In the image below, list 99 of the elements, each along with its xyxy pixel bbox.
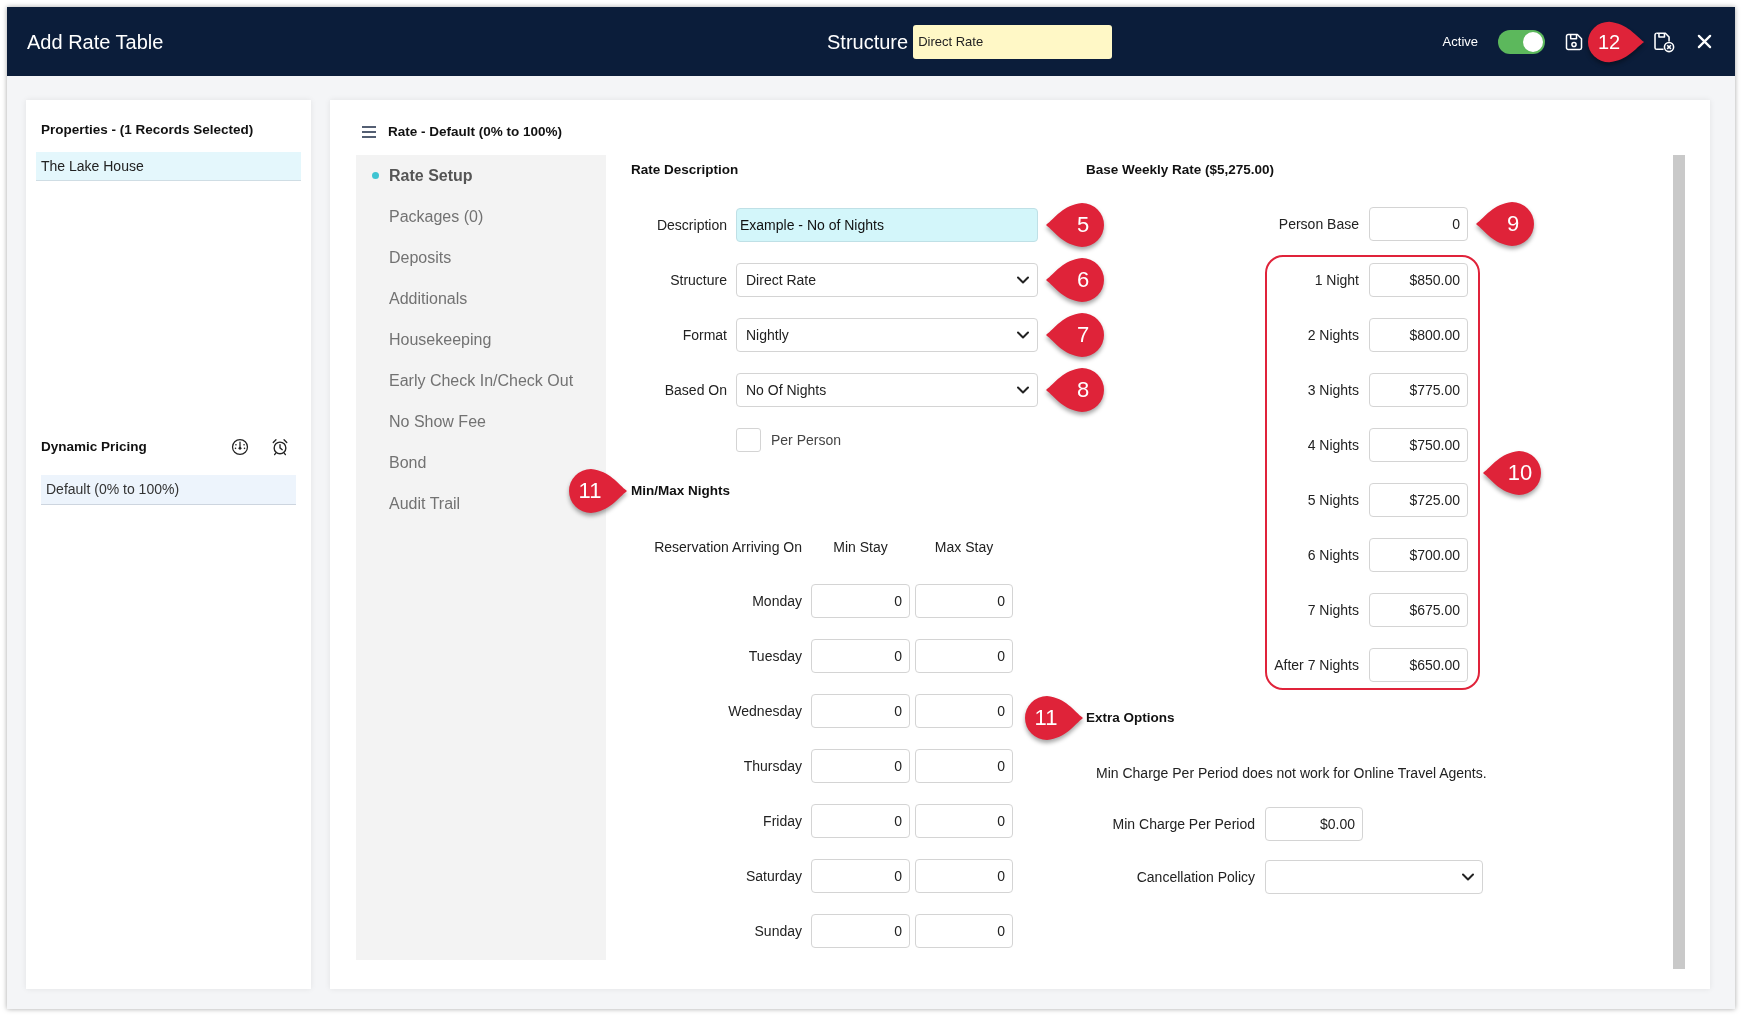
section-heading: Rate Description <box>631 161 740 179</box>
field-label: 4 Nights <box>1306 435 1359 455</box>
nav-item[interactable]: Packages (0) <box>372 196 484 237</box>
nav-item[interactable]: Additionals <box>372 278 468 319</box>
max-stay-field[interactable]: 0 <box>915 914 1013 948</box>
step-callout: 7 <box>1045 311 1105 359</box>
menu-icon[interactable] <box>362 126 376 138</box>
panel-title: Properties - (1 Records Selected) <box>41 121 255 139</box>
field-label: Based On <box>663 380 727 400</box>
text-field[interactable]: Example - No of Nights <box>736 208 1038 242</box>
step-callout: 10 <box>1482 448 1542 497</box>
max-stay-field[interactable]: 0 <box>915 639 1013 673</box>
dropdown[interactable]: Nightly <box>736 318 1038 352</box>
nav-item[interactable]: Housekeeping <box>372 319 492 360</box>
max-stay-field[interactable]: 0 <box>915 749 1013 783</box>
day-label: Monday <box>751 591 802 611</box>
panel-title: Dynamic Pricing <box>41 437 147 456</box>
chevron-down-icon <box>1017 331 1029 339</box>
note-text: Min Charge Per Period does not work for Online Travel Agents. <box>1095 764 1488 783</box>
nav-item[interactable]: Bond <box>372 442 427 483</box>
field-label: 3 Nights <box>1306 380 1359 400</box>
chevron-down-icon <box>1017 276 1029 284</box>
active-toggle[interactable] <box>1498 29 1545 54</box>
max-stay-field[interactable]: 0 <box>915 694 1013 728</box>
field-label: Structure <box>827 29 909 55</box>
field-label: Person Base <box>1277 214 1359 234</box>
column-header: Max Stay <box>933 537 995 557</box>
section-heading: Min/Max Nights <box>631 482 730 500</box>
field-label: 6 Nights <box>1306 545 1359 565</box>
panel-title: Rate - Default (0% to 100%) <box>388 122 563 141</box>
step-callout: 11 <box>568 467 628 515</box>
day-label: Tuesday <box>747 646 802 666</box>
field-label: Min Charge Per Period <box>1111 814 1255 834</box>
dropdown[interactable]: Direct Rate <box>736 263 1038 297</box>
price-field[interactable]: $725.00 <box>1369 483 1468 517</box>
scrollbar[interactable] <box>1673 155 1685 969</box>
price-field[interactable]: $850.00 <box>1369 263 1468 297</box>
day-label: Sunday <box>753 921 802 941</box>
step-callout: 11 <box>1024 694 1084 742</box>
step-callout: 12 <box>1587 19 1645 64</box>
price-field[interactable]: $775.00 <box>1369 373 1468 407</box>
min-stay-field[interactable]: 0 <box>811 804 910 838</box>
step-callout: 8 <box>1045 366 1105 414</box>
nav-item[interactable]: No Show Fee <box>372 401 486 442</box>
min-stay-field[interactable]: 0 <box>811 694 910 728</box>
nav-item[interactable]: Audit Trail <box>372 483 461 524</box>
chevron-down-icon <box>1462 873 1474 881</box>
list-item[interactable]: The Lake House <box>36 152 301 181</box>
column-header: Reservation Arriving On <box>653 537 802 557</box>
checkbox-label: Per Person <box>771 430 842 450</box>
gauge-icon[interactable] <box>231 438 249 456</box>
column-header: Min Stay <box>832 537 889 557</box>
list-item[interactable]: Default (0% to 100%) <box>41 475 296 505</box>
max-stay-field[interactable]: 0 <box>915 859 1013 893</box>
field-label: Cancellation Policy <box>1135 867 1255 887</box>
min-stay-field[interactable]: 0 <box>811 914 910 948</box>
step-callout: 9 <box>1475 200 1535 248</box>
close-icon <box>1696 34 1712 49</box>
max-stay-field[interactable]: 0 <box>915 584 1013 618</box>
max-stay-field[interactable]: 0 <box>915 804 1013 838</box>
dropdown[interactable]: No Of Nights <box>736 373 1038 407</box>
day-label: Wednesday <box>727 701 802 721</box>
alarm-clock-icon[interactable] <box>271 438 289 456</box>
field-label: Structure <box>669 270 727 290</box>
field-label: 5 Nights <box>1306 490 1359 510</box>
min-stay-field[interactable]: 0 <box>811 584 910 618</box>
chevron-down-icon <box>1017 386 1029 394</box>
day-label: Saturday <box>744 866 802 886</box>
toggle-label: Active <box>1442 32 1478 51</box>
section-heading: Extra Options <box>1086 709 1175 727</box>
price-field[interactable]: $675.00 <box>1369 593 1468 627</box>
price-field[interactable]: $750.00 <box>1369 428 1468 462</box>
day-label: Thursday <box>742 756 802 776</box>
price-field[interactable]: $0.00 <box>1265 807 1363 841</box>
number-field[interactable]: 0 <box>1369 207 1468 241</box>
min-stay-field[interactable]: 0 <box>811 639 910 673</box>
field-label: 1 Night <box>1313 270 1359 290</box>
nav-item[interactable]: Early Check In/Check Out <box>372 360 574 401</box>
min-stay-field[interactable]: 0 <box>811 859 910 893</box>
price-field[interactable]: $700.00 <box>1369 538 1468 572</box>
checkbox[interactable] <box>736 428 761 452</box>
field-label: Format <box>681 325 727 345</box>
window-title: Add Rate Table <box>27 29 164 55</box>
price-field[interactable]: $800.00 <box>1369 318 1468 352</box>
nav-item[interactable]: Rate Setup <box>372 155 473 196</box>
step-callout: 5 <box>1045 201 1105 249</box>
field-label: After 7 Nights <box>1273 655 1359 675</box>
field-label: 7 Nights <box>1306 600 1359 620</box>
step-callout: 6 <box>1045 256 1105 304</box>
day-label: Friday <box>762 811 802 831</box>
save-icon <box>1564 31 1584 52</box>
min-stay-field[interactable]: 0 <box>811 749 910 783</box>
field-label: 2 Nights <box>1306 325 1359 345</box>
structure-field[interactable]: Direct Rate <box>913 24 1113 59</box>
price-field[interactable]: $650.00 <box>1369 648 1468 682</box>
nav-item[interactable]: Deposits <box>372 237 452 278</box>
field-label: Description <box>655 215 727 235</box>
section-heading: Base Weekly Rate ($5,275.00) <box>1086 161 1276 179</box>
floppy-disk-x-icon <box>1653 30 1675 53</box>
